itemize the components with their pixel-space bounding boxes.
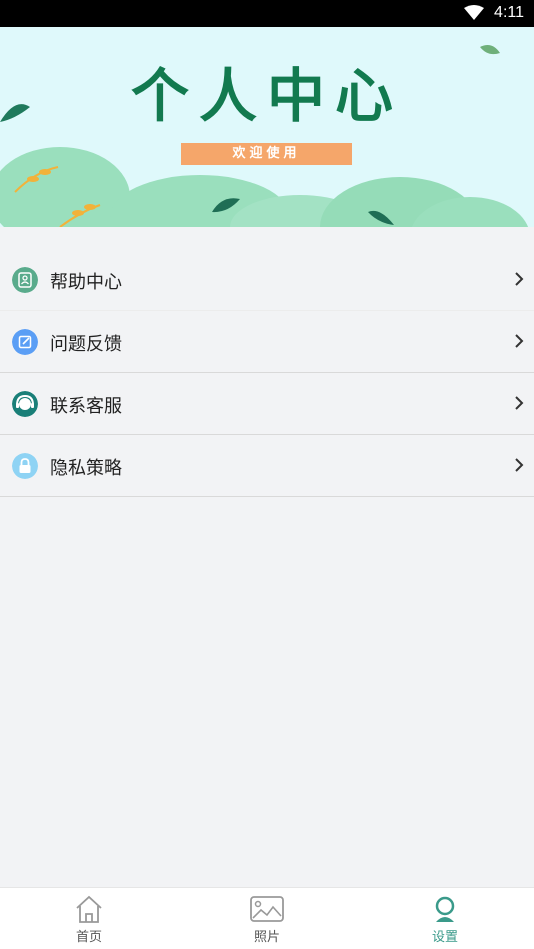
chevron-right-icon — [515, 396, 524, 410]
chevron-right-icon — [515, 334, 524, 348]
help-center-icon — [12, 267, 38, 293]
status-clock: 4:11 — [494, 4, 524, 21]
menu-item-help-center[interactable]: 帮助中心 — [0, 249, 534, 311]
settings-user-icon — [435, 896, 455, 922]
bottom-tab-bar: 首页 照片 设置 — [0, 887, 534, 949]
menu-item-label: 帮助中心 — [50, 272, 122, 293]
settings-menu: 帮助中心 问题反馈 联系客服 隐私策略 — [0, 249, 534, 497]
lock-icon — [12, 453, 38, 479]
wifi-icon — [464, 5, 484, 20]
tab-label: 照片 — [253, 930, 280, 945]
tab-settings[interactable]: 设置 — [356, 888, 534, 949]
feedback-edit-icon — [12, 329, 38, 355]
menu-item-customer-service[interactable]: 联系客服 — [0, 373, 534, 435]
tab-label: 首页 — [75, 930, 102, 945]
chevron-right-icon — [515, 458, 524, 472]
chevron-right-icon — [515, 272, 524, 286]
customer-service-icon — [12, 391, 38, 417]
home-icon — [76, 895, 102, 923]
menu-item-label: 隐私策略 — [50, 458, 122, 479]
menu-item-label: 问题反馈 — [50, 334, 122, 355]
menu-item-feedback[interactable]: 问题反馈 — [0, 311, 534, 373]
tab-label: 设置 — [431, 930, 458, 945]
banner-title: 个人中心 — [130, 62, 403, 130]
tab-photos[interactable]: 照片 — [178, 888, 356, 949]
photo-icon — [250, 896, 284, 922]
status-bar: 4:11 — [0, 0, 534, 27]
tab-home[interactable]: 首页 — [0, 888, 178, 949]
banner: 个人中心 欢迎使用 — [0, 27, 534, 227]
menu-item-privacy-policy[interactable]: 隐私策略 — [0, 435, 534, 497]
menu-item-label: 联系客服 — [50, 396, 122, 417]
banner-subtitle: 欢迎使用 — [181, 143, 352, 165]
